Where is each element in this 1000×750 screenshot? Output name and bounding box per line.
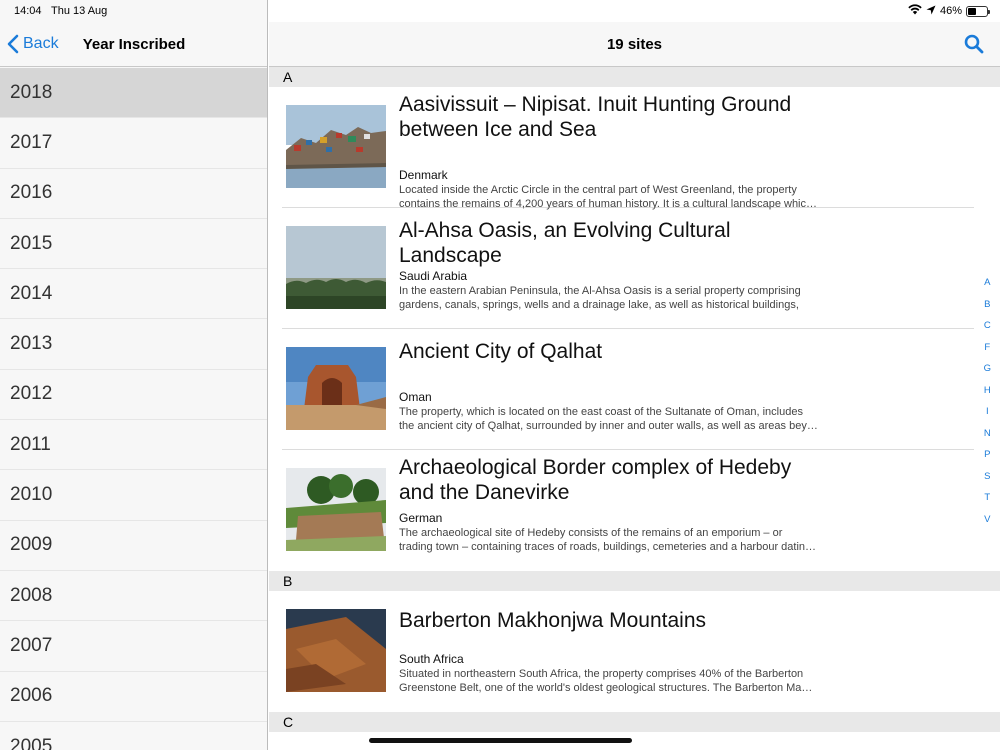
site-row[interactable]: Aasivissuit – Nipisat. Inuit Hunting Gro… [282, 87, 974, 210]
site-country: South Africa [399, 652, 464, 666]
site-thumbnail [286, 468, 386, 551]
wifi-icon [908, 4, 922, 18]
site-description: The property, which is located on the ea… [399, 406, 818, 432]
home-indicator[interactable] [369, 738, 632, 743]
site-title: Aasivissuit – Nipisat. Inuit Hunting Gro… [399, 93, 792, 141]
year-item-2014[interactable]: 2014 [0, 269, 267, 320]
site-description: In the eastern Arabian Peninsula, the Al… [399, 285, 801, 311]
search-button[interactable] [964, 34, 984, 59]
sidebar-title: Year Inscribed [0, 36, 267, 53]
site-thumbnail [286, 105, 386, 188]
section-header-c: C [269, 712, 1000, 732]
index-letter-v[interactable]: V [984, 514, 990, 536]
site-title: Ancient City of Qalhat [399, 340, 603, 363]
main-nav-bar: 19 sites [269, 22, 1000, 67]
year-item-2010[interactable]: 2010 [0, 470, 267, 521]
location-arrow-icon [926, 5, 936, 18]
site-thumbnail [286, 226, 386, 309]
year-item-2016[interactable]: 2016 [0, 168, 267, 219]
section-index[interactable]: ABCFGHINPSTV [984, 277, 991, 535]
year-item-2013[interactable]: 2013 [0, 319, 267, 370]
index-letter-i[interactable]: I [986, 406, 989, 428]
index-letter-t[interactable]: T [984, 492, 990, 514]
index-letter-f[interactable]: F [984, 342, 990, 364]
status-bar: 14:04 Thu 13 Aug 46% [0, 0, 1000, 22]
index-letter-n[interactable]: N [984, 428, 991, 450]
sidebar-nav-bar: Back Year Inscribed [0, 22, 267, 67]
site-thumbnail [286, 347, 386, 430]
year-item-2015[interactable]: 2015 [0, 218, 267, 270]
site-country: Oman [399, 390, 432, 404]
site-description: Located inside the Arctic Circle in the … [399, 184, 818, 210]
site-title: Barberton Makhonjwa Mountains [399, 609, 707, 632]
status-time: 14:04 [14, 5, 42, 17]
index-letter-g[interactable]: G [984, 363, 991, 385]
sidebar: Back Year Inscribed 2018 2017 2016 2015 2014… [0, 0, 268, 750]
index-letter-h[interactable]: H [984, 385, 991, 407]
index-letter-a[interactable]: A [984, 277, 990, 299]
site-row[interactable]: Archaeological Border complex of Hedeby … [282, 450, 974, 571]
site-list: A Aasivissuit – Nipisat. Inuit Hunting G… [269, 67, 1000, 732]
index-letter-c[interactable]: C [984, 320, 991, 342]
site-thumbnail [286, 609, 386, 692]
year-item-2018[interactable]: 2018 [0, 68, 267, 119]
site-country: German [399, 511, 443, 525]
battery-percent: 46% [939, 5, 962, 17]
year-item-2008[interactable]: 2008 [0, 570, 267, 622]
site-row[interactable]: Ancient City of Qalhat Oman The property… [282, 329, 974, 450]
year-item-2006[interactable]: 2006 [0, 671, 267, 722]
site-country: Saudi Arabia [399, 269, 468, 283]
site-description: Situated in northeastern South Africa, t… [399, 668, 813, 694]
site-title: Archaeological Border complex of Hedeby … [399, 456, 792, 504]
year-item-2005[interactable]: 2005 [0, 721, 267, 750]
site-title: Al-Ahsa Oasis, an Evolving Cultural Land… [399, 219, 731, 267]
sidebar-title-text: Year Inscribed [82, 36, 186, 53]
status-date: Thu 13 Aug [51, 5, 108, 17]
year-list: 2018 2017 2016 2015 2014 2013 2012 2011 2010 2009… [0, 68, 267, 750]
site-description: The archaeological site of Hedeby consis… [399, 527, 817, 553]
status-indicators: 46% [908, 4, 990, 18]
search-icon [964, 34, 984, 54]
year-item-2017[interactable]: 2017 [0, 118, 267, 169]
year-item-2009[interactable]: 2009 [0, 520, 267, 571]
battery-icon [966, 5, 990, 17]
page-title: 19 sites [606, 36, 663, 53]
index-letter-s[interactable]: S [984, 471, 990, 493]
section-header-a: A [269, 67, 1000, 87]
index-letter-b[interactable]: B [984, 299, 990, 321]
year-item-2007[interactable]: 2007 [0, 621, 267, 672]
year-item-2012[interactable]: 2012 [0, 369, 267, 421]
index-letter-p[interactable]: P [984, 449, 990, 471]
section-header-b: B [269, 571, 1000, 591]
site-country: Denmark [399, 168, 448, 182]
main-panel: 19 sites A Aasivissuit – Nipisat. Inuit … [269, 0, 1000, 750]
site-row[interactable]: Al-Ahsa Oasis, an Evolving Cultural Land… [282, 208, 974, 329]
year-item-2011[interactable]: 2011 [0, 420, 267, 471]
site-row[interactable]: Barberton Makhonjwa Mountains South Afri… [282, 591, 974, 712]
